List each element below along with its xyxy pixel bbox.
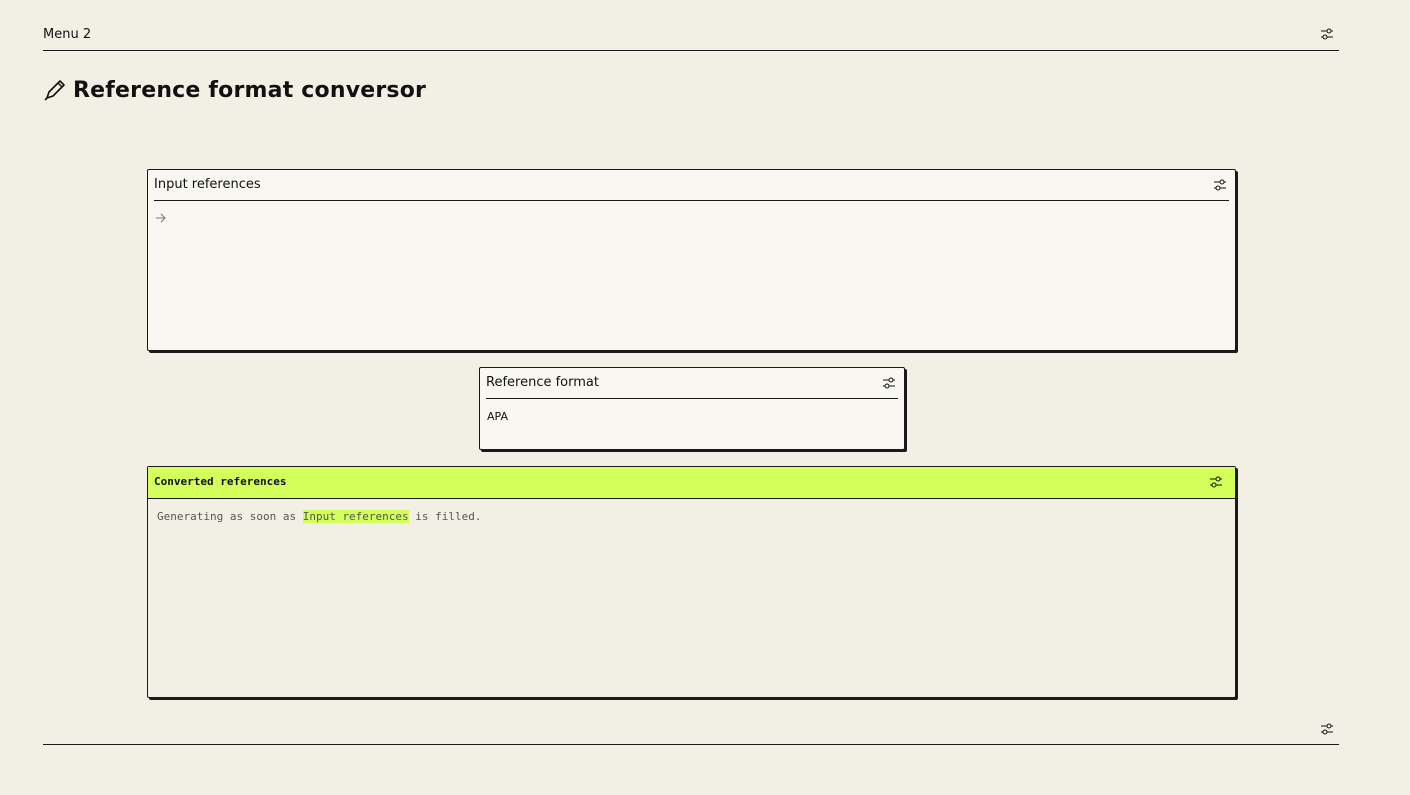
reference-format-header: Reference format	[486, 368, 898, 399]
converted-references-title: Converted references	[154, 475, 287, 488]
input-references-panel[interactable]: Input references	[147, 169, 1236, 351]
reference-format-panel[interactable]: Reference format APA	[479, 367, 905, 450]
converted-references-panel: Converted references Generating as soon …	[147, 466, 1236, 698]
input-references-header: Input references	[154, 170, 1229, 201]
pen-icon	[44, 80, 65, 101]
placeholder-prefix: Generating as soon as	[157, 510, 303, 523]
reference-format-title: Reference format	[486, 375, 599, 390]
converted-references-header: Converted references	[148, 467, 1235, 499]
sliders-icon[interactable]	[1320, 28, 1334, 40]
placeholder-suffix: is filled.	[408, 510, 482, 523]
page-title: Reference format conversor	[73, 77, 427, 103]
reference-format-value[interactable]: APA	[487, 410, 508, 423]
sliders-icon[interactable]	[1209, 476, 1223, 488]
arrow-right-icon	[156, 213, 166, 223]
page-header: Reference format conversor	[43, 74, 426, 106]
top-menu-bar: Menu 2	[43, 24, 1339, 51]
input-references-title: Input references	[154, 177, 261, 192]
bottom-bar	[43, 719, 1339, 745]
menu-label[interactable]: Menu 2	[43, 27, 91, 42]
sliders-icon[interactable]	[1213, 179, 1227, 191]
placeholder-highlight: Input references	[302, 510, 409, 523]
sliders-icon[interactable]	[882, 377, 896, 389]
sliders-icon[interactable]	[1320, 723, 1334, 735]
converted-references-placeholder: Generating as soon as Input references i…	[157, 510, 482, 523]
